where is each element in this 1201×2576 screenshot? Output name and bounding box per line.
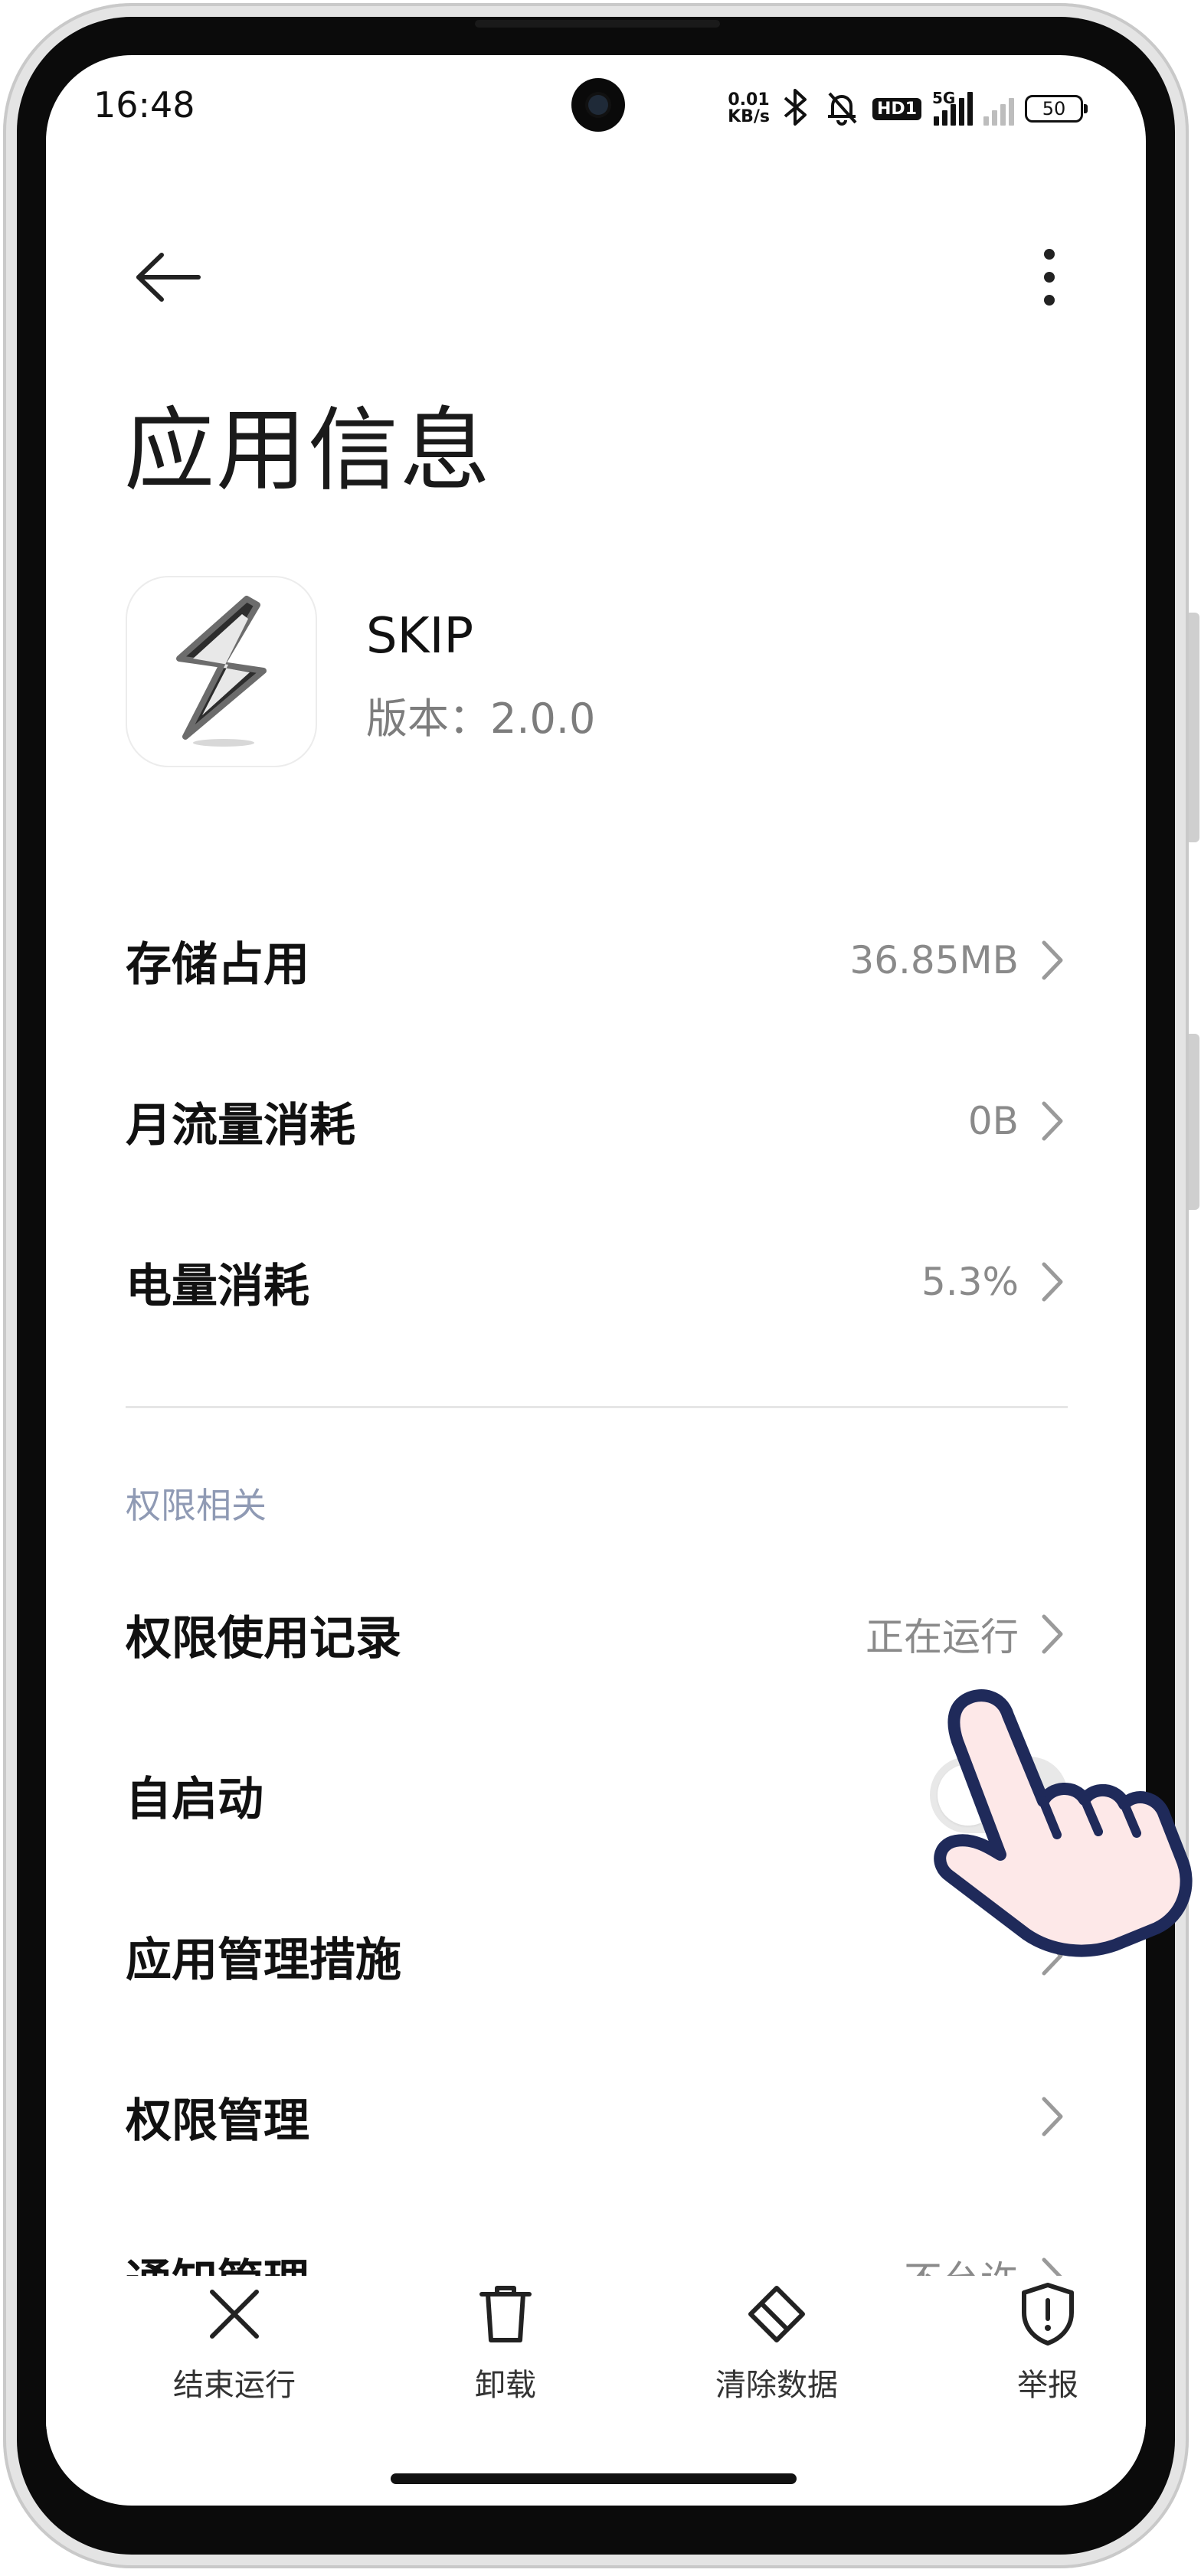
bluetooth-icon: [780, 87, 811, 130]
network-type: 5G: [932, 89, 956, 107]
power-button: [1189, 1034, 1199, 1210]
battery-level: 50: [1042, 98, 1066, 119]
permission-management-row[interactable]: 权限管理: [126, 2055, 1068, 2178]
divider: [126, 1406, 1068, 1408]
app-management-row[interactable]: 应用管理措施: [126, 1894, 1068, 2017]
volume-button: [1189, 613, 1199, 842]
arrow-left-icon: [136, 253, 201, 302]
row-label: 月流量消耗: [126, 1098, 355, 1152]
battery-icon: 50: [1025, 95, 1088, 123]
toggle-knob: [938, 1764, 999, 1826]
row-label: 自启动: [126, 1772, 263, 1826]
back-button[interactable]: [123, 231, 214, 323]
clear-data-button[interactable]: 清除数据: [677, 2276, 876, 2429]
net-speed-value: 0.01: [728, 90, 770, 110]
row-label: 权限管理: [126, 2094, 309, 2148]
shield-alert-icon: [1010, 2276, 1086, 2352]
screen: 16:48 0.01 KB/s HD1 5G 50 应用信息 SKIP 版本：2…: [46, 55, 1146, 2506]
earpiece: [475, 20, 720, 28]
storage-row[interactable]: 存储占用 36.85MB: [126, 899, 1068, 1022]
bottom-action-bar: 结束运行 卸载 清除数据 举报: [46, 2276, 1146, 2429]
report-button[interactable]: 举报: [948, 2276, 1146, 2429]
row-value: 36.85MB: [849, 938, 1019, 982]
close-icon: [196, 2276, 273, 2352]
hd-badge: HD1: [872, 97, 921, 120]
row-value: 正在运行: [866, 1615, 1019, 1659]
chevron-right-icon: [1037, 1611, 1068, 1657]
chevron-right-icon: [1037, 1933, 1068, 1979]
uninstall-button[interactable]: 卸载: [406, 2276, 605, 2429]
force-stop-label: 结束运行: [173, 2368, 296, 2403]
row-label: 权限使用记录: [126, 1611, 401, 1666]
autostart-row: 自启动: [126, 1734, 1068, 1856]
eraser-icon: [738, 2276, 815, 2352]
chevron-right-icon: [1037, 2094, 1068, 2140]
chevron-right-icon: [1037, 937, 1068, 983]
battery-usage-row[interactable]: 电量消耗 5.3%: [126, 1221, 1068, 1343]
row-label: 应用管理措施: [126, 1933, 401, 1987]
signal-icon: 5G: [932, 89, 973, 126]
phone-frame: 16:48 0.01 KB/s HD1 5G 50 应用信息 SKIP 版本：2…: [0, 0, 1201, 2576]
chevron-right-icon: [1037, 1098, 1068, 1144]
net-speed-unit: KB/s: [728, 107, 771, 126]
report-label: 举报: [1017, 2368, 1078, 2403]
row-value: 0B: [967, 1099, 1019, 1143]
autostart-toggle[interactable]: [930, 1757, 1068, 1833]
signal-weak-icon: [983, 92, 1014, 126]
permission-usage-row[interactable]: 权限使用记录 正在运行: [126, 1573, 1068, 1695]
app-icon: [126, 576, 317, 767]
bell-muted-icon: [822, 87, 862, 130]
trash-icon: [467, 2276, 544, 2352]
home-indicator[interactable]: [391, 2473, 797, 2484]
data-usage-row[interactable]: 月流量消耗 0B: [126, 1060, 1068, 1182]
status-time: 16:48: [93, 84, 195, 126]
clear-data-label: 清除数据: [715, 2368, 838, 2403]
force-stop-button[interactable]: 结束运行: [135, 2276, 334, 2429]
front-camera: [571, 78, 625, 132]
section-title: 权限相关: [126, 1485, 267, 1526]
app-version: 版本：2.0.0: [366, 695, 596, 743]
more-options-button[interactable]: [1011, 231, 1088, 323]
row-label: 电量消耗: [126, 1259, 309, 1313]
page-title: 应用信息: [124, 397, 493, 503]
status-bar: 16:48 0.01 KB/s HD1 5G 50: [46, 55, 1146, 162]
more-vertical-icon: [1044, 249, 1055, 306]
uninstall-label: 卸载: [475, 2368, 536, 2403]
chevron-right-icon: [1037, 1259, 1068, 1305]
app-name: SKIP: [366, 608, 474, 665]
status-icons: 0.01 KB/s HD1 5G 50: [728, 87, 1088, 130]
net-speed: 0.01 KB/s: [728, 92, 770, 126]
lightning-logo-icon: [176, 596, 267, 747]
row-value: 5.3%: [921, 1260, 1019, 1304]
row-label: 存储占用: [126, 937, 309, 992]
